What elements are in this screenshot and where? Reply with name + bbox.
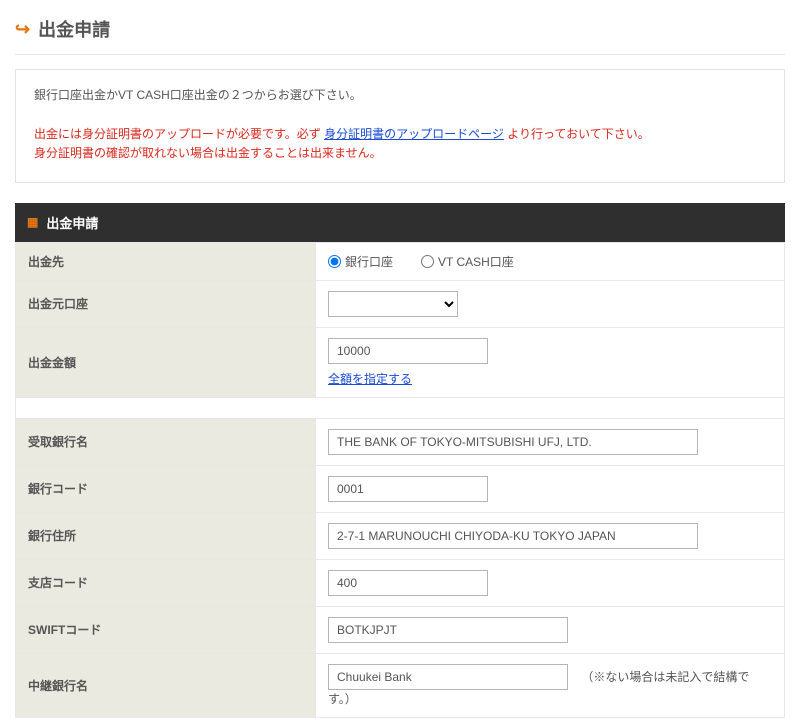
swift-label: SWIFTコード xyxy=(16,606,316,653)
specify-full-amount-link[interactable]: 全額を指定する xyxy=(328,370,412,387)
relay-bank-input[interactable] xyxy=(328,664,568,690)
section-title: 出金申請 xyxy=(46,213,98,232)
relay-bank-label: 中継銀行名 xyxy=(16,653,316,717)
swift-input[interactable] xyxy=(328,617,568,643)
bank-code-input[interactable] xyxy=(328,476,488,502)
radio-bank-text: 銀行口座 xyxy=(345,253,393,270)
amount-label: 出金金額 xyxy=(16,327,316,397)
form-table: 出金先 銀行口座 VT CASH口座 出金元口座 xyxy=(15,242,785,718)
arrow-forward-icon: ↪ xyxy=(15,20,30,38)
radio-vtcash-label[interactable]: VT CASH口座 xyxy=(421,253,514,270)
bank-address-input[interactable] xyxy=(328,523,698,549)
warn-line2: 身分証明書の確認が取れない場合は出金することは出来ません。 xyxy=(34,146,382,160)
destination-label: 出金先 xyxy=(16,242,316,280)
bank-code-label: 銀行コード xyxy=(16,465,316,512)
source-account-label: 出金元口座 xyxy=(16,280,316,327)
upload-page-link[interactable]: 身分証明書のアップロードページ xyxy=(324,127,504,141)
radio-bank-label[interactable]: 銀行口座 xyxy=(328,253,393,270)
radio-vtcash-text: VT CASH口座 xyxy=(438,253,514,270)
warn-after: より行っておいて下さい。 xyxy=(507,127,649,141)
intro-box: 銀行口座出金かVT CASH口座出金の２つからお選び下さい。 出金には身分証明書… xyxy=(15,69,785,183)
bank-name-label: 受取銀行名 xyxy=(16,418,316,465)
source-account-select[interactable] xyxy=(328,291,458,317)
branch-code-label: 支店コード xyxy=(16,559,316,606)
warning-text: 出金には身分証明書のアップロードが必要です。必ず 身分証明書のアップロードページ… xyxy=(34,125,766,163)
page-title-row: ↪ 出金申請 xyxy=(15,10,785,55)
radio-vtcash[interactable] xyxy=(421,255,434,268)
amount-input[interactable] xyxy=(328,338,488,364)
warn-before: 出金には身分証明書のアップロードが必要です。必ず xyxy=(34,127,321,141)
radio-bank[interactable] xyxy=(328,255,341,268)
intro-text: 銀行口座出金かVT CASH口座出金の２つからお選び下さい。 xyxy=(34,86,766,105)
spacer xyxy=(16,397,785,418)
withdraw-section: ▦ 出金申請 出金先 銀行口座 VT CASH口座 xyxy=(15,203,785,718)
branch-code-input[interactable] xyxy=(328,570,488,596)
bank-name-input[interactable] xyxy=(328,429,698,455)
bank-address-label: 銀行住所 xyxy=(16,512,316,559)
destination-radio-group: 銀行口座 VT CASH口座 xyxy=(328,253,772,270)
grid-icon: ▦ xyxy=(27,216,38,228)
section-header: ▦ 出金申請 xyxy=(15,203,785,242)
page-title: 出金申請 xyxy=(38,16,110,42)
